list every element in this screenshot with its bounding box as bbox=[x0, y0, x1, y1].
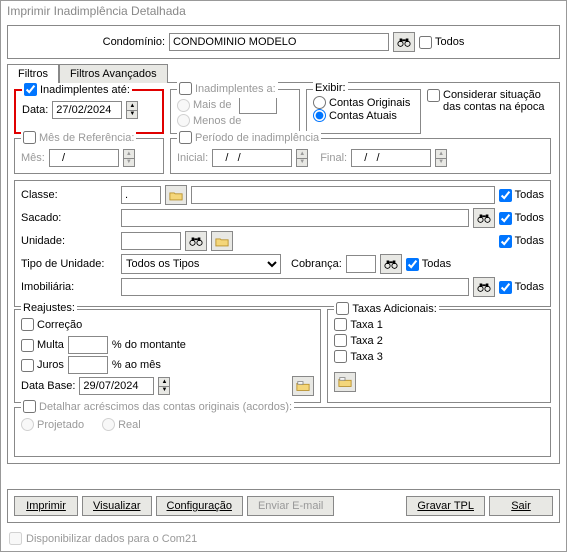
imobiliaria-label: Imobiliária: bbox=[21, 281, 117, 293]
gravar-tpl-button[interactable]: Gravar TPL bbox=[406, 496, 485, 516]
reajustes-folder-icon[interactable] bbox=[292, 376, 314, 396]
imprimir-button[interactable]: Imprimir bbox=[14, 496, 78, 516]
condominio-input[interactable] bbox=[169, 33, 389, 51]
periodo-final-spinner: ▲▼ bbox=[435, 149, 447, 167]
periodo-inicial-spinner: ▲▼ bbox=[296, 149, 308, 167]
data-base-input[interactable] bbox=[79, 377, 154, 395]
imobiliaria-todas-checkbox[interactable]: Todas bbox=[499, 281, 544, 294]
unidade-label: Unidade: bbox=[21, 235, 117, 247]
disponibilizar-checkbox: Disponibilizar dados para o Com21 bbox=[9, 532, 197, 545]
mes-ref-spinner: ▲▼ bbox=[123, 149, 135, 167]
imobiliaria-search-icon[interactable] bbox=[473, 277, 495, 297]
mes-ref-input bbox=[49, 149, 119, 167]
data-base-spinner[interactable]: ▲▼ bbox=[158, 377, 170, 395]
tab-filtros[interactable]: Filtros bbox=[7, 64, 59, 83]
classe-todas-checkbox[interactable]: Todas bbox=[499, 189, 544, 202]
multa-checkbox[interactable]: Multa bbox=[21, 339, 64, 352]
tipo-unidade-select[interactable]: Todos os Tipos bbox=[121, 254, 281, 274]
unidade-folder-icon[interactable] bbox=[211, 231, 233, 251]
mais-de-radio bbox=[177, 99, 190, 112]
taxas-folder-icon[interactable] bbox=[334, 372, 356, 392]
sacado-input[interactable] bbox=[121, 209, 469, 227]
considerar-checkbox[interactable]: Considerar situação das contas na época bbox=[427, 89, 547, 134]
unidade-todas-checkbox[interactable]: Todas bbox=[499, 235, 544, 248]
periodo-checkbox[interactable]: Período de inadimplência bbox=[179, 131, 319, 144]
detalhar-checkbox[interactable]: Detalhar acréscimos das contas originais… bbox=[23, 400, 292, 413]
periodo-inicial-input bbox=[212, 149, 292, 167]
exibir-legend: Exibir: bbox=[313, 82, 348, 94]
data-ate-input[interactable] bbox=[52, 101, 122, 119]
window-title: Imprimir Inadimplência Detalhada bbox=[1, 1, 566, 21]
unidade-search-icon[interactable] bbox=[185, 231, 207, 251]
sacado-label: Sacado: bbox=[21, 212, 117, 224]
condominio-label: Condomínio: bbox=[103, 36, 165, 48]
cobranca-todas-checkbox[interactable]: Todas bbox=[406, 258, 451, 271]
data-ate-spinner[interactable]: ▲▼ bbox=[126, 101, 138, 119]
binoculars-icon[interactable] bbox=[393, 32, 415, 52]
sacado-search-icon[interactable] bbox=[473, 208, 495, 228]
sair-button[interactable]: Sair bbox=[489, 496, 553, 516]
multa-input[interactable] bbox=[68, 336, 108, 354]
tab-filtros-avancados[interactable]: Filtros Avançados bbox=[59, 64, 168, 83]
taxa1-checkbox[interactable]: Taxa 1 bbox=[334, 318, 382, 331]
juros-input[interactable] bbox=[68, 356, 108, 374]
taxa2-checkbox[interactable]: Taxa 2 bbox=[334, 334, 382, 347]
real-radio bbox=[102, 418, 115, 431]
taxa3-checkbox[interactable]: Taxa 3 bbox=[334, 350, 382, 363]
taxas-checkbox[interactable]: Taxas Adicionais: bbox=[336, 302, 436, 315]
tipo-unidade-label: Tipo de Unidade: bbox=[21, 258, 117, 270]
sacado-todos-checkbox[interactable]: Todos bbox=[499, 212, 544, 225]
menos-de-radio bbox=[177, 114, 190, 127]
data-base-label: Data Base: bbox=[21, 380, 75, 392]
contas-originais-radio[interactable] bbox=[313, 96, 326, 109]
inadimplentes-a-checkbox[interactable]: Inadimplentes a: bbox=[179, 82, 276, 95]
unidade-input[interactable] bbox=[121, 232, 181, 250]
inadimplentes-ate-checkbox[interactable]: Inadimplentes até: bbox=[24, 83, 130, 96]
imobiliaria-input[interactable] bbox=[121, 278, 469, 296]
classe-label: Classe: bbox=[21, 189, 117, 201]
visualizar-button[interactable]: Visualizar bbox=[82, 496, 152, 516]
cobranca-input[interactable] bbox=[346, 255, 376, 273]
configuracao-button[interactable]: Configuração bbox=[156, 496, 243, 516]
todos-condominio-checkbox[interactable]: Todos bbox=[419, 36, 464, 49]
classe-desc-input[interactable] bbox=[191, 186, 495, 204]
cobranca-search-icon[interactable] bbox=[380, 254, 402, 274]
projetado-radio bbox=[21, 418, 34, 431]
mes-ref-checkbox[interactable]: Mês de Referência: bbox=[23, 131, 134, 144]
correcao-checkbox[interactable]: Correção bbox=[21, 318, 82, 331]
periodo-final-input bbox=[351, 149, 431, 167]
classe-code-input[interactable] bbox=[121, 186, 161, 204]
juros-checkbox[interactable]: Juros bbox=[21, 359, 64, 372]
data-label: Data: bbox=[22, 104, 48, 116]
enviar-email-button: Enviar E-mail bbox=[247, 496, 334, 516]
contas-atuais-radio[interactable] bbox=[313, 109, 326, 122]
classe-folder-icon[interactable] bbox=[165, 185, 187, 205]
cobranca-label: Cobrança: bbox=[291, 258, 342, 270]
inad-a-input bbox=[239, 96, 277, 114]
reajustes-legend: Reajustes: bbox=[21, 302, 77, 314]
